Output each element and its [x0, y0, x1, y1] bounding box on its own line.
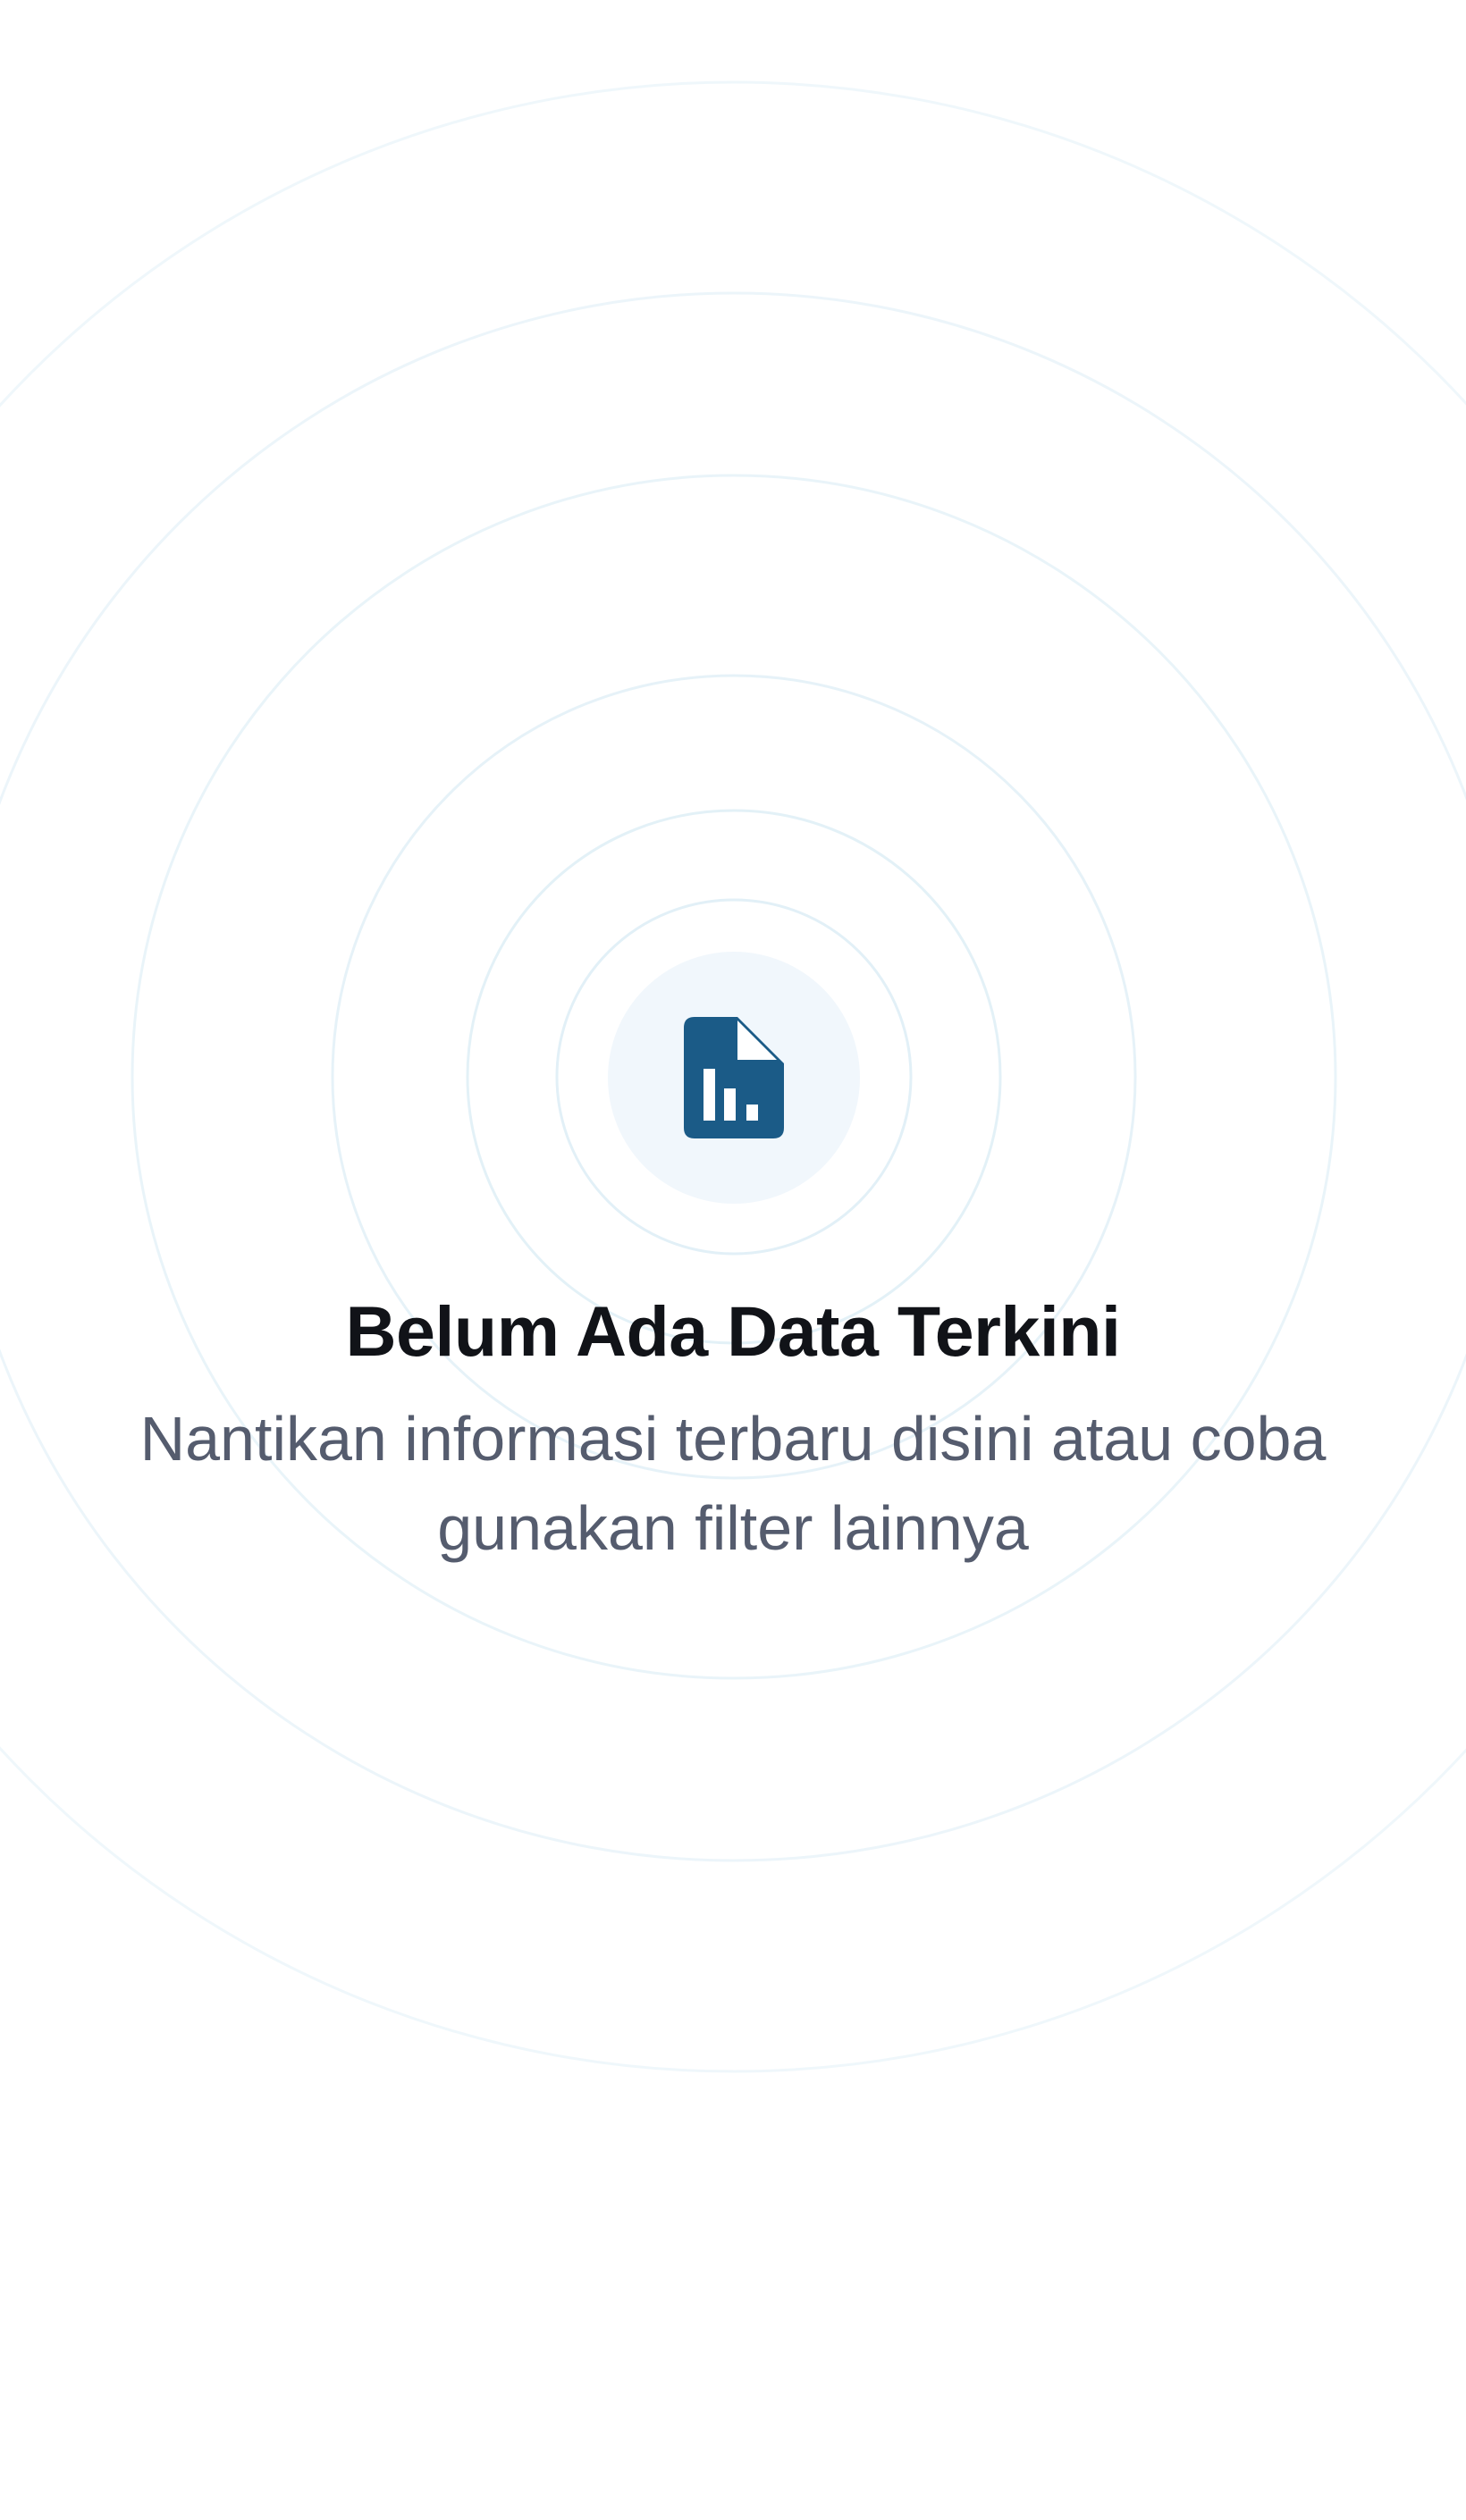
file-chart-icon	[684, 1017, 784, 1138]
icon-badge	[608, 952, 860, 1204]
empty-state-title: Belum Ada Data Terkini	[345, 1291, 1122, 1371]
empty-state-message: Nantikan informasi terbaru disini atau c…	[139, 1404, 1327, 1563]
empty-state-screen: Belum Ada Data Terkini Nantikan informas…	[0, 0, 1466, 2520]
ripple-rings-decoration	[0, 80, 1466, 2073]
